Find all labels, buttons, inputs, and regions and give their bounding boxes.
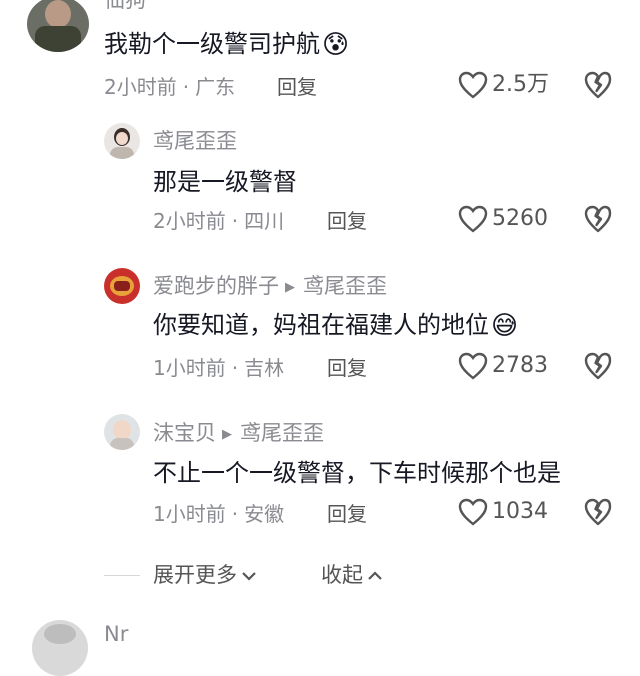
collapse-button[interactable]: 收起 bbox=[321, 565, 384, 586]
avatar[interactable] bbox=[27, 0, 89, 52]
comment-location: 四川 bbox=[244, 209, 285, 233]
comment-location: 广东 bbox=[195, 75, 236, 99]
sweat-smile-emoji-icon: 😅 bbox=[491, 311, 519, 341]
heart-icon bbox=[458, 352, 488, 380]
reply-button[interactable]: 回复 bbox=[327, 504, 367, 524]
reply-to-username[interactable]: 鸢尾歪歪 bbox=[240, 421, 324, 445]
like-button[interactable]: 1034 bbox=[458, 498, 548, 526]
avatar[interactable] bbox=[104, 268, 140, 304]
dislike-button[interactable] bbox=[584, 498, 612, 530]
reply-arrow-icon: ▶ bbox=[222, 427, 232, 442]
like-count: 2783 bbox=[492, 353, 548, 378]
comment-time: 2小时前 bbox=[153, 209, 226, 233]
comment-content: 我勒个一级警司护航😰 bbox=[104, 32, 349, 58]
dislike-button[interactable] bbox=[584, 352, 612, 384]
username[interactable]: 鸢尾歪歪 bbox=[153, 131, 237, 152]
comment-content: 你要知道，妈祖在福建人的地位😅 bbox=[153, 313, 518, 339]
comment-meta: 1小时前 · 安徽 bbox=[153, 502, 285, 526]
broken-heart-icon bbox=[584, 71, 612, 99]
expand-more-button[interactable]: 展开更多 bbox=[153, 565, 258, 586]
heart-icon bbox=[458, 205, 488, 233]
reply-button[interactable]: 回复 bbox=[277, 77, 317, 97]
username-text: 沫宝贝 bbox=[153, 421, 216, 445]
username[interactable]: 爱跑步的胖子 ▶ 鸢尾歪歪 bbox=[153, 276, 387, 297]
broken-heart-icon bbox=[584, 498, 612, 526]
broken-heart-icon bbox=[584, 352, 612, 380]
reply-button[interactable]: 回复 bbox=[327, 358, 367, 378]
avatar[interactable] bbox=[104, 414, 140, 450]
comment-meta: 2小时前 · 四川 bbox=[153, 209, 285, 233]
username[interactable]: 沫宝贝 ▶ 鸢尾歪歪 bbox=[153, 423, 324, 444]
like-button[interactable]: 5260 bbox=[458, 205, 548, 233]
comment-content: 那是一级警督 bbox=[153, 168, 297, 196]
crying-emoji-icon: 😰 bbox=[322, 30, 350, 60]
comment-content: 不止一个一级警督，下车时候那个也是 bbox=[153, 459, 561, 487]
like-button[interactable]: 2783 bbox=[458, 352, 548, 380]
comment-text: 我勒个一级警司护航 bbox=[104, 30, 320, 58]
like-count: 2.5万 bbox=[492, 72, 549, 97]
divider bbox=[104, 575, 140, 576]
like-count: 1034 bbox=[492, 499, 548, 524]
dislike-button[interactable] bbox=[584, 71, 612, 103]
collapse-label: 收起 bbox=[321, 563, 363, 587]
expand-more-label: 展开更多 bbox=[153, 563, 237, 587]
broken-heart-icon bbox=[584, 205, 612, 233]
avatar[interactable] bbox=[104, 123, 140, 159]
dislike-button[interactable] bbox=[584, 205, 612, 237]
comment-location: 吉林 bbox=[244, 356, 285, 380]
username[interactable]: 仙狗 bbox=[104, 0, 146, 11]
reply-button[interactable]: 回复 bbox=[327, 211, 367, 231]
reply-arrow-icon: ▶ bbox=[285, 280, 295, 295]
comment-meta: 2小时前 · 广东 bbox=[104, 75, 236, 99]
reply-to-username[interactable]: 鸢尾歪歪 bbox=[303, 274, 387, 298]
heart-icon bbox=[458, 71, 488, 99]
comment-meta: 1小时前 · 吉林 bbox=[153, 356, 285, 380]
username-text: 爱跑步的胖子 bbox=[153, 274, 279, 298]
comment-time: 1小时前 bbox=[153, 356, 226, 380]
comment-time: 1小时前 bbox=[153, 502, 226, 526]
comment-time: 2小时前 bbox=[104, 75, 177, 99]
like-button[interactable]: 2.5万 bbox=[458, 71, 549, 99]
username[interactable]: Nr bbox=[104, 624, 128, 645]
avatar[interactable] bbox=[32, 620, 88, 676]
comment-text: 你要知道，妈祖在福建人的地位 bbox=[153, 311, 489, 339]
chevron-down-icon bbox=[242, 571, 256, 581]
comment-location: 安徽 bbox=[244, 502, 285, 526]
chevron-up-icon bbox=[368, 570, 382, 580]
like-count: 5260 bbox=[492, 206, 548, 231]
heart-icon bbox=[458, 498, 488, 526]
